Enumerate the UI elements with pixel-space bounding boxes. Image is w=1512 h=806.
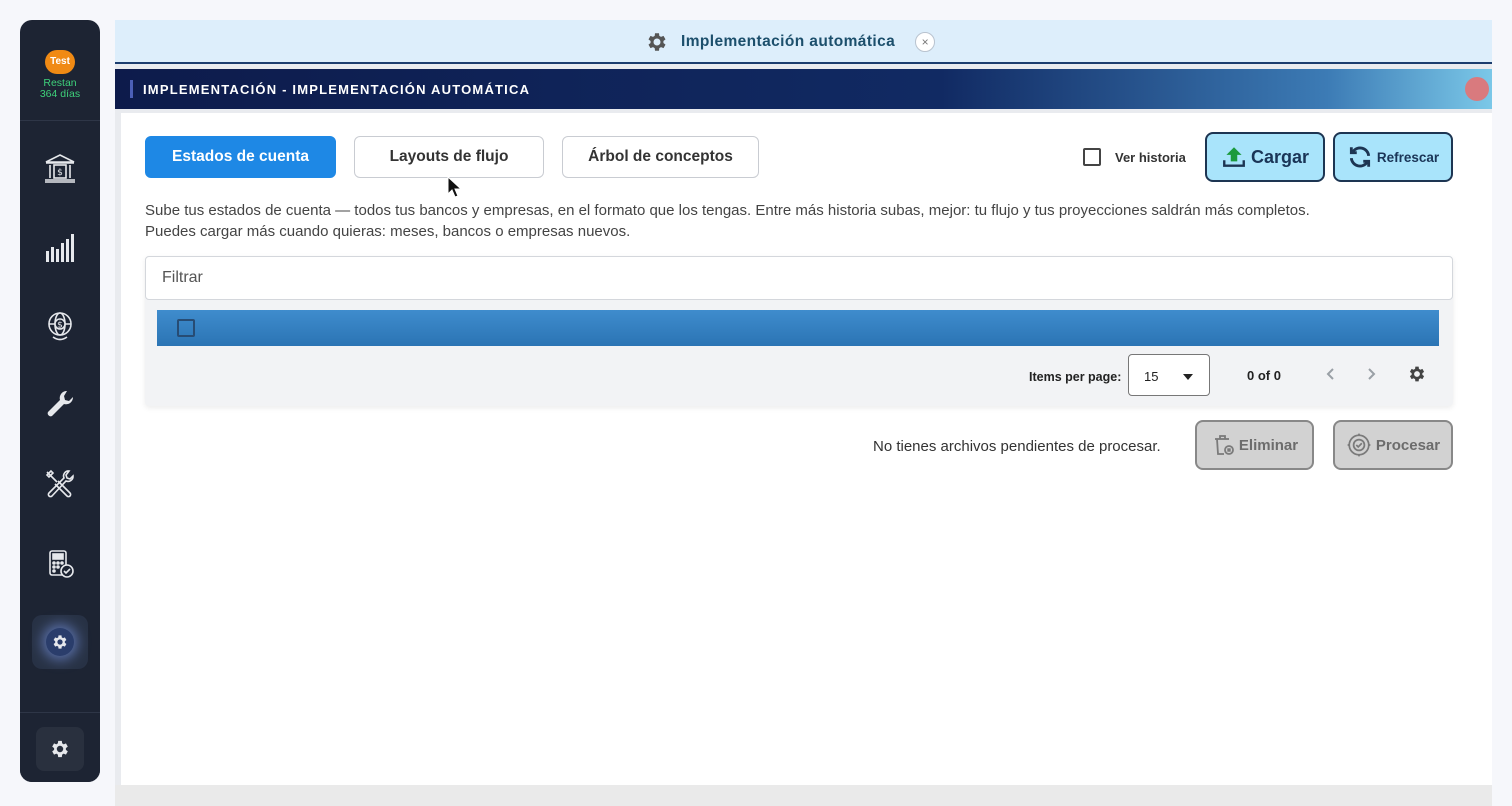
mouse-cursor-icon bbox=[447, 176, 463, 198]
tools-icon bbox=[45, 469, 74, 498]
implementation-indicator bbox=[46, 628, 74, 656]
gear-icon bbox=[53, 635, 67, 649]
caret-down-icon bbox=[1183, 374, 1193, 380]
process-button[interactable]: Procesar bbox=[1333, 420, 1453, 470]
previous-page-button[interactable] bbox=[1321, 364, 1341, 384]
items-per-page-value: 15 bbox=[1144, 369, 1159, 384]
bar-chart-icon bbox=[46, 234, 74, 262]
trial-badge[interactable]: Test bbox=[45, 50, 75, 74]
tab-estados-de-cuenta[interactable]: Estados de cuenta bbox=[145, 136, 336, 178]
page-range-label: 0 of 0 bbox=[1247, 368, 1281, 383]
items-per-page-select[interactable]: 15 bbox=[1128, 354, 1210, 396]
refresh-button[interactable]: Refrescar bbox=[1333, 132, 1453, 182]
tab-arbol-de-conceptos[interactable]: Árbol de conceptos bbox=[562, 136, 759, 178]
close-icon[interactable]: × bbox=[915, 32, 936, 52]
history-checkbox[interactable] bbox=[1083, 148, 1101, 166]
trial-status: Test Restan 364 días bbox=[20, 50, 100, 100]
sidebar: Test Restan 364 días $ $ bbox=[20, 20, 100, 782]
refresh-label: Refrescar bbox=[1376, 149, 1440, 165]
sidebar-item-accounting[interactable] bbox=[20, 534, 100, 594]
delete-label: Eliminar bbox=[1238, 436, 1299, 454]
sidebar-item-implementation[interactable] bbox=[32, 615, 88, 669]
svg-text:$: $ bbox=[57, 168, 63, 178]
tab-bar: Implementación automática × bbox=[115, 20, 1492, 64]
instructions-line1: Sube tus estados de cuenta — todos tus b… bbox=[145, 202, 1310, 219]
filter-field[interactable] bbox=[145, 256, 1453, 300]
history-label: Ver historia bbox=[1115, 149, 1186, 165]
sidebar-item-bank[interactable]: $ bbox=[20, 138, 100, 198]
refresh-icon bbox=[1349, 146, 1370, 168]
calculator-check-icon bbox=[49, 550, 74, 578]
select-all-checkbox[interactable] bbox=[177, 319, 195, 337]
table-settings-button[interactable] bbox=[1407, 364, 1427, 384]
sidebar-item-reports[interactable] bbox=[20, 218, 100, 278]
paginator: Items per page: 15 0 of 0 bbox=[145, 346, 1453, 406]
upload-button[interactable]: Cargar bbox=[1205, 132, 1325, 182]
tab-title: Implementación automática bbox=[681, 33, 896, 50]
chevron-left-icon bbox=[1326, 368, 1334, 380]
delete-button[interactable]: Eliminar bbox=[1195, 420, 1314, 470]
upload-icon bbox=[1223, 147, 1245, 167]
pending-files-message: No tienes archivos pendientes de procesa… bbox=[873, 438, 1161, 455]
gear-icon bbox=[648, 33, 666, 51]
next-page-button[interactable] bbox=[1361, 364, 1381, 384]
globe-dollar-icon: $ bbox=[48, 312, 72, 341]
page-title: IMPLEMENTACIÓN - IMPLEMENTACIÓN AUTOMÁTI… bbox=[143, 82, 531, 97]
instructions-line2: Puedes cargar más cuando quieras: meses,… bbox=[145, 223, 631, 240]
page-header: IMPLEMENTACIÓN - IMPLEMENTACIÓN AUTOMÁTI… bbox=[115, 69, 1492, 109]
settings-button[interactable] bbox=[36, 727, 84, 771]
content-panel: Estados de cuenta Layouts de flujo Árbol… bbox=[121, 113, 1492, 785]
gear-icon bbox=[52, 740, 68, 758]
main-area: Implementación automática × IMPLEMENTACI… bbox=[115, 20, 1492, 806]
horizontal-scrollbar[interactable] bbox=[115, 785, 1492, 806]
sidebar-divider bbox=[20, 120, 100, 121]
instructions-text: Sube tus estados de cuenta — todos tus b… bbox=[145, 200, 1465, 242]
chevron-right-icon bbox=[1368, 368, 1376, 380]
tab-implementacion-automatica[interactable]: Implementación automática × bbox=[645, 30, 936, 54]
table-header bbox=[157, 310, 1439, 346]
filter-input[interactable] bbox=[146, 257, 1452, 299]
bank-icon: $ bbox=[45, 154, 75, 183]
wrench-icon bbox=[47, 390, 74, 417]
process-label: Procesar bbox=[1375, 436, 1441, 454]
upload-label: Cargar bbox=[1250, 146, 1310, 167]
items-per-page-label: Items per page: bbox=[1029, 370, 1122, 384]
files-table: Items per page: 15 0 of 0 bbox=[145, 256, 1453, 406]
status-dot[interactable] bbox=[1465, 77, 1489, 101]
sidebar-footer bbox=[20, 712, 100, 782]
sidebar-item-tools[interactable] bbox=[20, 454, 100, 514]
sidebar-item-settings-tools[interactable] bbox=[20, 374, 100, 434]
trial-days-remaining: Restan 364 días bbox=[20, 78, 100, 100]
gear-icon bbox=[1409, 366, 1425, 382]
tab-layouts-de-flujo[interactable]: Layouts de flujo bbox=[354, 136, 544, 178]
header-accent bbox=[130, 80, 133, 98]
trial-days-line2: 364 días bbox=[39, 88, 81, 100]
sidebar-item-global[interactable]: $ bbox=[20, 296, 100, 356]
trash-x-icon bbox=[1214, 435, 1234, 455]
history-toggle[interactable]: Ver historia bbox=[1083, 148, 1186, 166]
process-gear-icon bbox=[1347, 433, 1371, 457]
svg-text:$: $ bbox=[57, 321, 63, 331]
